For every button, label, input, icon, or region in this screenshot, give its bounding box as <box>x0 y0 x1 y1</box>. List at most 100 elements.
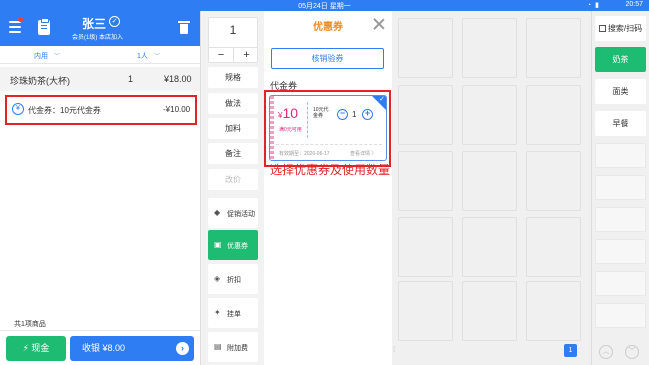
hold-order-label: 挂单 <box>227 311 241 318</box>
quantity-minus-button[interactable]: − <box>209 48 234 63</box>
addon-button[interactable]: 加料 <box>208 118 258 139</box>
customer-name[interactable]: 张三 <box>82 15 106 32</box>
lightning-icon: ⚡ <box>22 343 29 353</box>
discount-label: 折扣 <box>227 277 241 284</box>
battery-icon: ▮ <box>595 2 603 9</box>
search-scan-label: 搜索/扫码 <box>607 24 643 33</box>
coupon-condition: 满0元可用 <box>279 127 302 133</box>
applied-coupon-amount: -¥10.00 <box>163 105 191 114</box>
product-cell[interactable] <box>462 151 517 211</box>
quantity-value[interactable]: 1 <box>209 23 257 37</box>
trash-icon[interactable] <box>178 21 190 35</box>
category-empty <box>595 271 646 296</box>
category-empty <box>595 207 646 232</box>
coupon-detail-link[interactable]: 查看详情 〉 <box>350 150 376 157</box>
product-cell[interactable] <box>462 217 517 277</box>
category-milk-tea[interactable]: 奶茶 <box>595 47 646 72</box>
product-cell[interactable] <box>462 281 517 341</box>
coupon-button[interactable]: ▣ 优惠券 <box>208 230 258 260</box>
order-item-row[interactable]: 珍珠奶茶(大杯) 1 ¥18.00 <box>0 67 200 91</box>
coupon-expiry: 有效期至：2026-06-17 <box>279 151 330 157</box>
category-empty <box>595 175 646 200</box>
pin-icon: ✦ <box>214 308 221 317</box>
promotion-button[interactable]: ◆ 促销活动 <box>208 198 258 228</box>
hold-order-button[interactable]: ✦ 挂单 <box>208 298 258 328</box>
dine-type-select[interactable]: 内用 ﹀ <box>34 51 60 61</box>
item-name: 珍珠奶茶(大杯) <box>10 76 70 86</box>
coupon-card[interactable]: ¥10 满0元可用 10元代金券 − 1 + 有效期至：2026-06-17 查… <box>269 95 387 161</box>
change-price-button[interactable]: 改价 <box>208 169 258 190</box>
scan-icon <box>598 25 606 32</box>
checkout-button[interactable]: 收银 ¥8.00 › <box>70 336 194 361</box>
chevron-up-icon[interactable]: ︿ <box>599 345 613 359</box>
checkout-label: 收银 ¥8.00 <box>82 343 126 353</box>
coupon-label: 优惠券 <box>227 243 248 250</box>
applied-coupon-row[interactable]: ¥ 代金券：10元代金券 -¥10.00 <box>5 95 197 125</box>
coupon-tag-icon: ¥ <box>12 103 24 115</box>
people-count-select[interactable]: 1人 ﹀ <box>137 51 160 61</box>
note-button[interactable]: 备注 <box>208 143 258 164</box>
notification-dot <box>18 17 23 22</box>
quantity-stepper: 1 − + <box>208 17 258 63</box>
status-time: 20:57 <box>625 1 643 8</box>
wifi-icon: ◔ <box>586 2 596 9</box>
customer-subtitle: 会员(1级) 本店加入 <box>72 35 124 41</box>
applied-coupon-label: 代金券：10元代金券 <box>28 106 101 115</box>
people-count-label: 1人 <box>137 53 148 60</box>
operations-column: 1 − + 规格 做法 加料 备注 改价 ◆ 促销活动 ▣ 优惠券 ◈ 折扣 ✦ 挂单 … <box>200 11 264 365</box>
coupon-minus-button[interactable]: − <box>337 109 348 120</box>
menu-icon[interactable] <box>9 21 21 33</box>
coupon-plus-button[interactable]: + <box>362 109 373 120</box>
cash-button[interactable]: ⚡ 现金 <box>6 336 66 361</box>
status-icons: ◔▮ <box>587 1 603 9</box>
product-cell[interactable] <box>398 281 453 341</box>
product-cell[interactable] <box>526 151 581 211</box>
category-noodles[interactable]: 面类 <box>595 79 646 104</box>
chevron-down-icon: ﹀ <box>54 54 61 60</box>
receipt-icon: ▤ <box>214 342 222 351</box>
category-empty <box>595 143 646 168</box>
coupon-value: ¥10 <box>278 105 298 121</box>
product-cell[interactable] <box>398 18 453 78</box>
product-cell[interactable] <box>398 151 453 211</box>
customer-switch-icon[interactable]: ✓ <box>109 16 120 27</box>
status-bar: 05月24日 星期一 ◔▮ 20:57 <box>0 0 649 11</box>
clipboard-icon[interactable] <box>38 18 50 35</box>
total-count: 共1项商品 <box>14 321 46 328</box>
promotion-label: 促销活动 <box>227 211 255 218</box>
order-panel: 张三 ✓ 会员(1级) 本店加入 内用 ﹀ 1人 ﹀ 珍珠奶茶(大杯) 1 ¥18.… <box>0 11 200 365</box>
dine-type-label: 内用 <box>34 53 48 60</box>
coupon-qty: 1 <box>352 110 357 119</box>
product-cell[interactable] <box>526 18 581 78</box>
page-number[interactable]: 1 <box>564 344 577 357</box>
check-icon: ✓ <box>379 96 385 103</box>
quantity-plus-button[interactable]: + <box>234 48 259 63</box>
product-cell[interactable] <box>398 217 453 277</box>
search-scan-button[interactable]: 搜索/扫码 <box>595 16 646 41</box>
order-footer: ⚡ 现金 收银 ¥8.00 › <box>0 330 200 365</box>
product-cell[interactable] <box>526 281 581 341</box>
discount-icon: ◈ <box>214 274 221 283</box>
item-price: ¥18.00 <box>164 74 192 84</box>
discount-button[interactable]: ◈ 折扣 <box>208 264 258 294</box>
surcharge-label: 附加费 <box>227 345 248 352</box>
close-icon[interactable] <box>373 18 385 30</box>
product-cell[interactable] <box>462 85 517 145</box>
chevron-down-icon: ﹀ <box>153 54 160 60</box>
coupon-value-number: 10 <box>282 105 299 121</box>
order-options-bar: 内用 ﹀ 1人 ﹀ <box>0 46 200 64</box>
chevron-down-icon[interactable]: ﹀ <box>625 345 639 359</box>
product-cell[interactable] <box>398 85 453 145</box>
product-cell[interactable] <box>526 217 581 277</box>
method-button[interactable]: 做法 <box>208 93 258 114</box>
product-cell[interactable] <box>462 18 517 78</box>
surcharge-button[interactable]: ▤ 附加费 <box>208 332 258 362</box>
product-cell[interactable] <box>526 85 581 145</box>
spec-button[interactable]: 规格 <box>208 67 258 88</box>
tag-icon: ◆ <box>214 208 221 217</box>
page-prev-indicator: ⁞ <box>393 345 396 354</box>
verify-coupon-button[interactable]: 核销验券 <box>271 48 384 69</box>
cash-label: 现金 <box>31 343 50 353</box>
item-qty: 1 <box>128 74 134 84</box>
category-breakfast[interactable]: 早餐 <box>595 111 646 136</box>
